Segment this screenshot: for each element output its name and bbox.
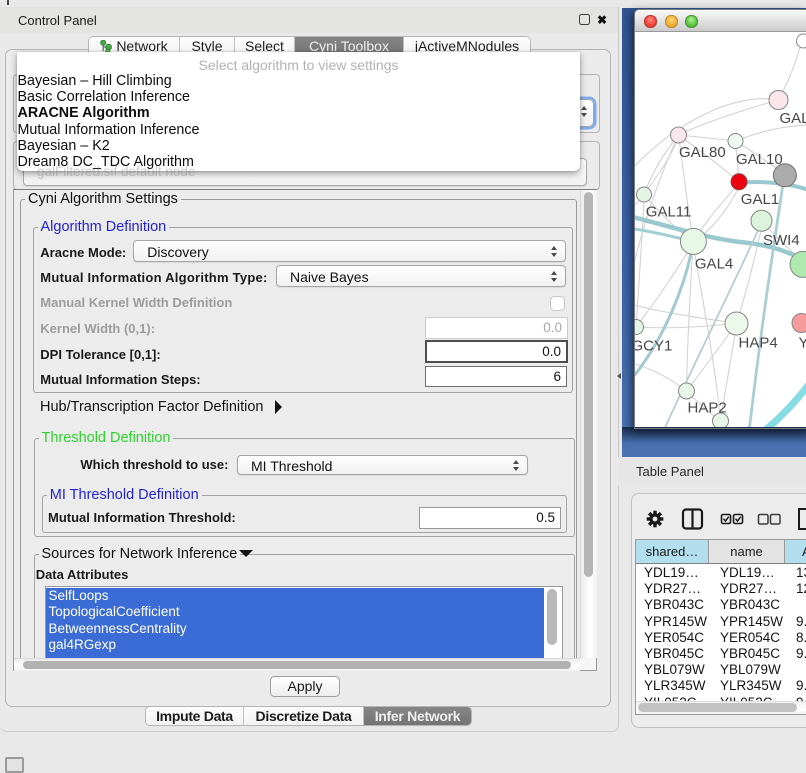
svg-text:Y: Y [799, 335, 806, 352]
svg-text:GCY1: GCY1 [635, 338, 672, 355]
svg-text:HAP4: HAP4 [739, 335, 778, 352]
svg-text:GAL10: GAL10 [736, 151, 783, 168]
svg-text:SWI4: SWI4 [763, 232, 800, 249]
svg-text:GAL4: GAL4 [695, 256, 733, 273]
svg-text:GAL: GAL [780, 110, 806, 127]
svg-text:HAP2: HAP2 [688, 400, 727, 417]
svg-text:GAL80: GAL80 [679, 144, 726, 161]
svg-text:GAL11: GAL11 [646, 204, 692, 221]
svg-text:GAL1: GAL1 [741, 191, 779, 208]
